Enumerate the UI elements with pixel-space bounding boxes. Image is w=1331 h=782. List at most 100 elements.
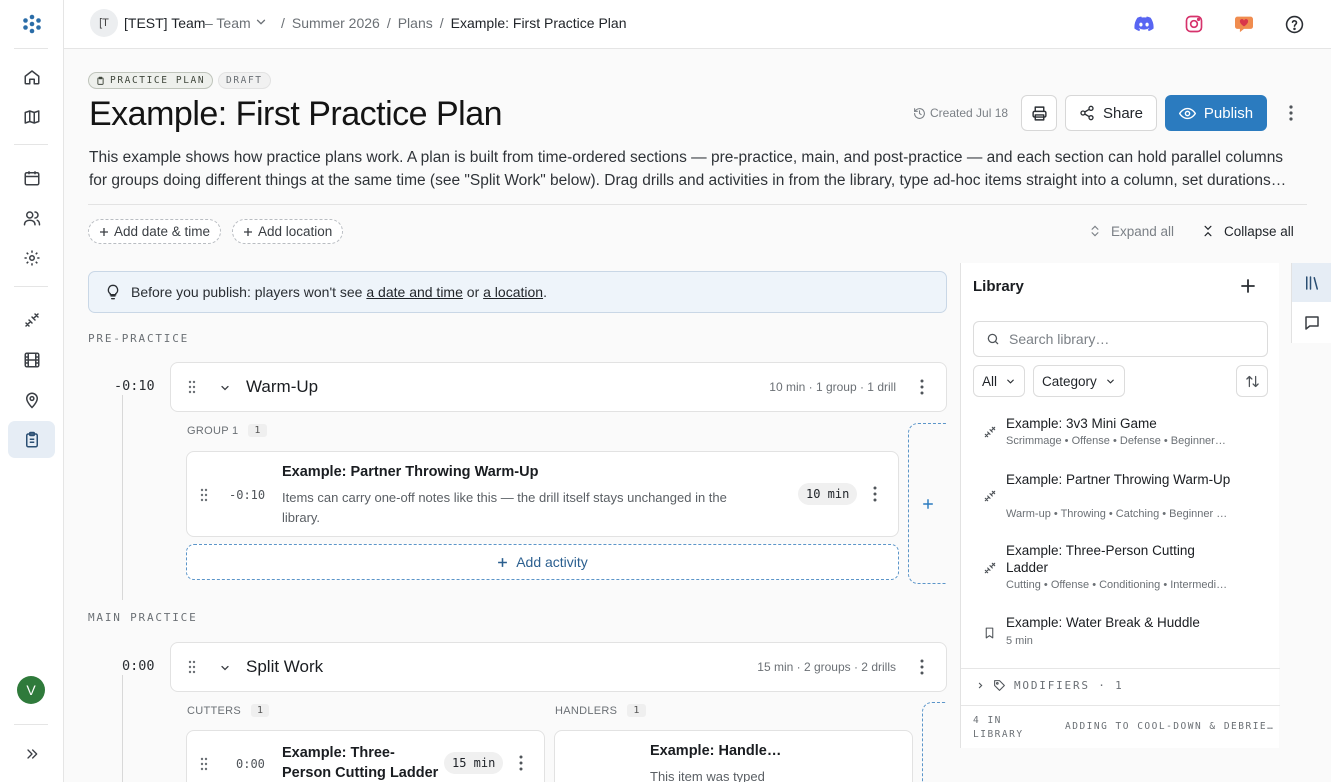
chevron-down-icon[interactable] bbox=[219, 382, 231, 394]
sort-button[interactable] bbox=[1236, 365, 1268, 397]
drill-card[interactable]: -0:10 Example: Partner Throwing Warm-Up … bbox=[186, 451, 899, 537]
drill-name[interactable]: Example: Handle… bbox=[650, 743, 781, 759]
drill-name[interactable]: Example: Partner Throwing Warm-Up bbox=[282, 464, 538, 480]
location-link[interactable]: a location bbox=[483, 284, 543, 300]
library-item-meta: Cutting • Offense • Conditioning • Inter… bbox=[1006, 579, 1228, 591]
more-options-icon[interactable] bbox=[1281, 104, 1301, 122]
group-count: 1 bbox=[627, 704, 646, 717]
library-tab[interactable] bbox=[1292, 263, 1331, 302]
expand-icon bbox=[1091, 225, 1099, 237]
add-date-time-label: Add date & time bbox=[114, 224, 211, 239]
users-icon[interactable] bbox=[8, 199, 55, 236]
discord-icon[interactable] bbox=[1132, 12, 1156, 36]
section-split-work[interactable]: Split Work 15 min · 2 groups · 2 drills bbox=[170, 642, 947, 692]
collapse-all-button[interactable]: Collapse all bbox=[1201, 223, 1294, 239]
breadcrumb-season[interactable]: Summer 2026 bbox=[292, 15, 380, 31]
team-name[interactable]: [TEST] Team bbox=[124, 15, 205, 31]
double-chevron-right-icon[interactable] bbox=[8, 735, 55, 772]
printer-icon bbox=[1031, 105, 1047, 121]
chevron-down-icon[interactable] bbox=[254, 15, 268, 29]
more-options-icon[interactable] bbox=[920, 659, 924, 675]
group-name[interactable]: CUTTERS bbox=[187, 705, 241, 717]
rail-divider bbox=[14, 48, 48, 49]
page-title[interactable]: Example: First Practice Plan bbox=[89, 95, 503, 134]
chevron-down-icon[interactable] bbox=[219, 662, 231, 674]
share-button[interactable]: Share bbox=[1065, 95, 1157, 131]
expand-all-button[interactable]: Expand all bbox=[1088, 223, 1174, 239]
callout-mid: or bbox=[462, 284, 484, 300]
comments-tab[interactable] bbox=[1292, 303, 1331, 342]
section-meta: 15 min · 2 groups · 2 drills bbox=[757, 660, 896, 674]
app-logo-icon[interactable] bbox=[21, 13, 43, 35]
breadcrumb-plans[interactable]: Plans bbox=[398, 15, 433, 31]
type-filter-select[interactable]: All bbox=[973, 365, 1026, 397]
section-name[interactable]: Warm-Up bbox=[246, 377, 318, 397]
section-name[interactable]: Split Work bbox=[246, 657, 323, 677]
more-options-icon[interactable] bbox=[873, 486, 877, 502]
more-options-icon[interactable] bbox=[519, 755, 523, 771]
section-meta: 10 min · 1 group · 1 drill bbox=[769, 380, 896, 394]
map-icon[interactable] bbox=[8, 98, 55, 135]
rail-divider bbox=[14, 286, 48, 287]
library-count: 4 IN LIBRARY bbox=[973, 715, 1024, 740]
film-icon[interactable] bbox=[8, 341, 55, 378]
drills-icon[interactable] bbox=[8, 301, 55, 338]
modifiers-label: MODIFIERS · 1 bbox=[1014, 679, 1124, 692]
practice-plan-tag-label: PRACTICE PLAN bbox=[110, 75, 206, 86]
drill-name[interactable]: Example: Three-Person Cutting Ladder bbox=[282, 743, 442, 782]
add-activity-button[interactable]: Add activity bbox=[186, 544, 899, 580]
drill-icon bbox=[983, 561, 997, 575]
drill-card[interactable]: 0:00 Example: Three-Person Cutting Ladde… bbox=[186, 730, 545, 782]
add-date-time-button[interactable]: Add date & time bbox=[88, 219, 222, 244]
created-date-text: Created Jul 18 bbox=[930, 106, 1009, 120]
more-options-icon[interactable] bbox=[920, 379, 924, 395]
settings-icon[interactable] bbox=[8, 239, 55, 276]
plan-description[interactable]: This example shows how practice plans wo… bbox=[89, 146, 1289, 192]
search-input[interactable] bbox=[1009, 331, 1249, 347]
publish-button[interactable]: Publish bbox=[1165, 95, 1267, 131]
print-button[interactable] bbox=[1021, 95, 1057, 131]
date-time-link[interactable]: a date and time bbox=[366, 284, 463, 300]
drag-handle-icon[interactable] bbox=[188, 380, 196, 394]
pre-practice-label: PRE-PRACTICE bbox=[88, 332, 190, 345]
drag-handle-icon[interactable] bbox=[200, 488, 208, 502]
category-filter-select[interactable]: Category bbox=[1033, 365, 1125, 397]
avatar[interactable]: V bbox=[17, 676, 45, 704]
drag-handle-icon[interactable] bbox=[200, 757, 208, 771]
location-icon[interactable] bbox=[8, 381, 55, 418]
library-panel: Library All Category Example: 3v3 Mini G… bbox=[960, 263, 1280, 748]
calendar-icon[interactable] bbox=[8, 159, 55, 196]
instagram-icon[interactable] bbox=[1182, 12, 1206, 36]
add-column-button[interactable] bbox=[908, 423, 946, 584]
modifiers-toggle[interactable]: MODIFIERS · 1 bbox=[976, 679, 1124, 692]
group-name[interactable]: GROUP 1 bbox=[187, 425, 238, 437]
bookmark-icon bbox=[983, 626, 996, 640]
duration-badge[interactable]: 10 min bbox=[798, 483, 858, 505]
add-column-button[interactable] bbox=[922, 702, 946, 782]
clipboard-icon[interactable] bbox=[8, 421, 55, 458]
drill-icon bbox=[983, 489, 997, 503]
home-icon[interactable] bbox=[8, 58, 55, 95]
heart-chat-icon[interactable] bbox=[1232, 12, 1256, 36]
drill-card[interactable]: Example: Handle… This item was typed bbox=[554, 730, 913, 782]
add-location-label: Add location bbox=[258, 224, 333, 239]
plus-icon[interactable] bbox=[1241, 279, 1255, 293]
library-icon bbox=[1306, 275, 1318, 290]
drill-note[interactable]: Items can carry one-off notes like this … bbox=[282, 488, 762, 528]
team-badge[interactable]: [T bbox=[90, 9, 118, 37]
duration-badge[interactable]: 15 min bbox=[444, 752, 504, 774]
help-icon[interactable] bbox=[1282, 12, 1306, 36]
drag-handle-icon[interactable] bbox=[188, 660, 196, 674]
callout-text: Before you publish: players won't see a … bbox=[131, 284, 547, 300]
timeline-line bbox=[122, 675, 123, 782]
section-warm-up[interactable]: Warm-Up 10 min · 1 group · 1 drill bbox=[170, 362, 947, 412]
add-location-button[interactable]: Add location bbox=[232, 219, 344, 244]
header-divider bbox=[88, 204, 1307, 205]
collapse-icon bbox=[1204, 225, 1212, 237]
library-divider bbox=[961, 705, 1280, 706]
group-name[interactable]: HANDLERS bbox=[555, 705, 617, 717]
library-search[interactable] bbox=[973, 321, 1268, 357]
section-time: 0:00 bbox=[122, 658, 155, 674]
library-title: Library bbox=[973, 278, 1024, 295]
drill-note[interactable]: This item was typed bbox=[650, 767, 850, 782]
